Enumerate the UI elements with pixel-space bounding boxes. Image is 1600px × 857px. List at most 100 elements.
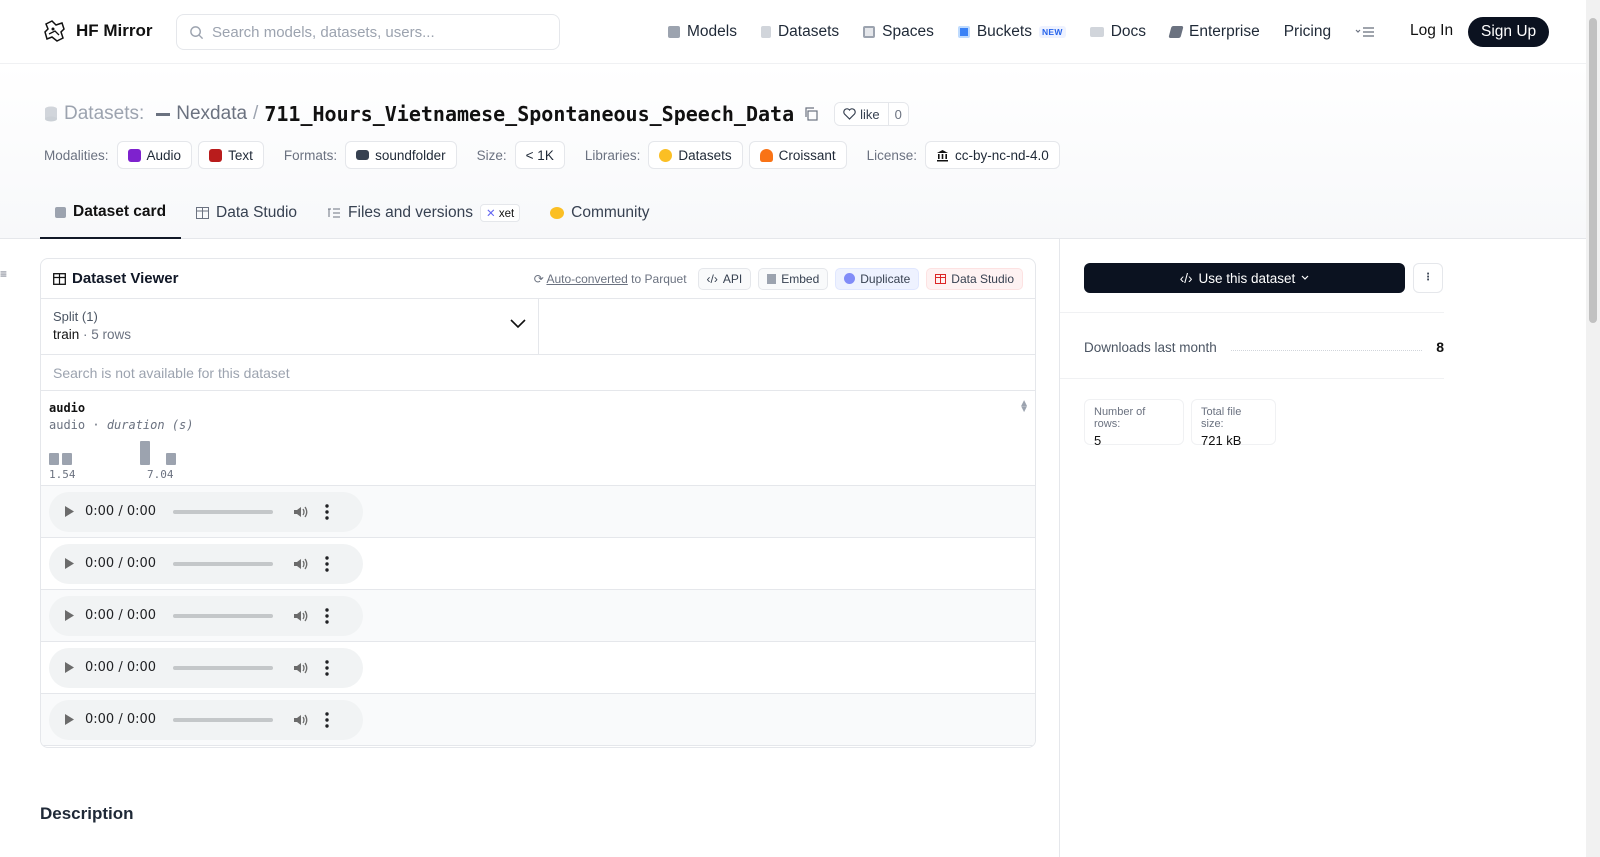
repo-name[interactable]: 711_Hours_Vietnamese_Spontaneous_Speech_… [264, 102, 794, 126]
downloads-label: Downloads last month [1084, 339, 1217, 355]
nav-pricing[interactable]: Pricing [1284, 23, 1331, 41]
section-label[interactable]: Datasets: [64, 103, 144, 125]
volume-icon[interactable] [293, 713, 309, 727]
tag-lib-datasets[interactable]: Datasets [648, 141, 743, 169]
brand[interactable]: HF Mirror [42, 18, 153, 44]
use-dataset-button[interactable]: ‹/› Use this dataset [1084, 263, 1405, 293]
tab-files[interactable]: Files and versions ✕ xet [312, 187, 535, 239]
login-link[interactable]: Log In [1410, 22, 1453, 40]
play-icon[interactable] [63, 661, 75, 674]
tag-audio-label: Audio [146, 147, 182, 163]
column-name: audio [49, 401, 86, 415]
sort-icon[interactable]: ▲ ▼ [1019, 399, 1029, 415]
embed-icon [767, 273, 777, 284]
play-icon[interactable] [63, 505, 75, 518]
more-options-icon[interactable] [325, 555, 329, 572]
play-icon[interactable] [63, 713, 75, 726]
copy-icon[interactable] [804, 107, 818, 121]
play-icon[interactable] [63, 609, 75, 622]
like-count[interactable]: 0 [888, 103, 908, 125]
tag-format[interactable]: soundfolder [345, 141, 457, 169]
nav-models[interactable]: Models [668, 23, 737, 41]
tag-text[interactable]: Text [198, 141, 264, 169]
table-icon [196, 207, 210, 219]
api-button[interactable]: ‹/› API [697, 267, 752, 290]
nav-datasets[interactable]: Datasets [760, 23, 839, 41]
column-type-value: audio [49, 418, 86, 432]
data-studio-button-label: Data Studio [951, 271, 1014, 286]
volume-icon[interactable] [293, 661, 309, 675]
volume-icon[interactable] [293, 505, 309, 519]
bank-icon [936, 149, 948, 161]
tag-audio[interactable]: Audio [116, 141, 193, 169]
play-icon[interactable] [63, 557, 75, 570]
more-options-icon[interactable] [325, 503, 329, 520]
embed-button[interactable]: Embed [758, 267, 829, 290]
tab-community[interactable]: Community [535, 187, 664, 239]
like-widget: like 0 [834, 102, 909, 126]
nav-more-menu[interactable] [1355, 26, 1375, 38]
audio-player[interactable]: 0:00 / 0:00 [49, 699, 363, 740]
tab-dataset-card[interactable]: Dataset card [40, 187, 182, 239]
text-icon [209, 148, 223, 162]
nav-spaces-label: Spaces [882, 23, 934, 40]
scrollbar-thumb[interactable] [1589, 18, 1597, 323]
nav-buckets-label: Buckets [976, 23, 1032, 40]
audio-progress-track[interactable] [173, 665, 273, 670]
like-button[interactable]: like [835, 103, 889, 125]
audio-progress-track[interactable] [173, 561, 273, 566]
duplicate-button-label: Duplicate [860, 271, 911, 286]
grid-icon [863, 26, 876, 38]
search-input[interactable] [212, 23, 542, 41]
more-options-icon[interactable] [325, 607, 329, 624]
volume-icon[interactable] [293, 557, 309, 571]
more-options-icon[interactable] [325, 659, 329, 676]
breadcrumb: Datasets: Nexdata / 711_Hours_Vietnamese… [44, 102, 909, 126]
data-studio-button[interactable]: Data Studio [926, 267, 1023, 290]
more-options-icon[interactable] [325, 711, 329, 728]
split-value: train · 5 rows [53, 327, 526, 342]
audio-progress-track[interactable] [173, 717, 273, 722]
table-icon [53, 272, 66, 285]
nav-enterprise[interactable]: Enterprise [1168, 23, 1260, 41]
panel-divider [1059, 239, 1060, 857]
tag-license[interactable]: cc-by-nc-nd-4.0 [924, 141, 1060, 169]
repo-tabs: Dataset card Data Studio Files and versi… [40, 187, 665, 239]
sidebar-toggle-icon[interactable]: ≡ [0, 267, 10, 281]
page-scrollbar[interactable] [1586, 0, 1600, 857]
auto-converted-link[interactable]: Auto-converted [546, 272, 627, 286]
histogram-bar[interactable] [166, 453, 176, 465]
audio-time: 0:00 / 0:00 [85, 608, 157, 623]
global-search[interactable] [176, 14, 560, 50]
split-select[interactable]: Split (1) train · 5 rows [41, 299, 539, 354]
tag-lib-croissant[interactable]: Croissant [748, 141, 847, 169]
audio-player[interactable]: 0:00 / 0:00 [49, 543, 363, 584]
org-link[interactable]: Nexdata [176, 103, 247, 125]
code-icon: ‹/› [706, 271, 718, 286]
histogram-bar[interactable] [62, 453, 72, 465]
database-icon [760, 26, 771, 38]
histogram-bar[interactable] [49, 453, 59, 465]
audio-progress-track[interactable] [173, 509, 273, 514]
volume-icon[interactable] [293, 609, 309, 623]
repo-header: Datasets: Nexdata / 711_Hours_Vietnamese… [0, 64, 1586, 239]
histogram-bar[interactable] [140, 441, 150, 465]
audio-progress-track[interactable] [173, 613, 273, 618]
audio-player[interactable]: 0:00 / 0:00 [49, 647, 363, 688]
nav-buckets[interactable]: Buckets NEW [957, 23, 1066, 41]
audio-player[interactable]: 0:00 / 0:00 [49, 491, 363, 532]
stat-size: Total file size: 721 kB [1191, 399, 1276, 448]
split-row: Split (1) train · 5 rows [41, 299, 1035, 355]
audio-player[interactable]: 0:00 / 0:00 [49, 595, 363, 636]
duplicate-button[interactable]: Duplicate [835, 267, 920, 290]
signup-button[interactable]: Sign Up [1468, 17, 1550, 47]
formats-label: Formats: [283, 147, 338, 163]
more-options-button[interactable]: ⋮ [1413, 263, 1443, 293]
histogram-max: 7.04 [147, 468, 174, 481]
tag-size[interactable]: < 1K [514, 141, 565, 169]
tab-data-studio[interactable]: Data Studio [181, 187, 312, 239]
viewer-header: Dataset Viewer ⟳ Auto-converted to Parqu… [41, 259, 1035, 299]
nav-docs[interactable]: Docs [1089, 23, 1146, 41]
viewer-title: Dataset Viewer [53, 270, 178, 287]
nav-spaces[interactable]: Spaces [863, 23, 934, 41]
